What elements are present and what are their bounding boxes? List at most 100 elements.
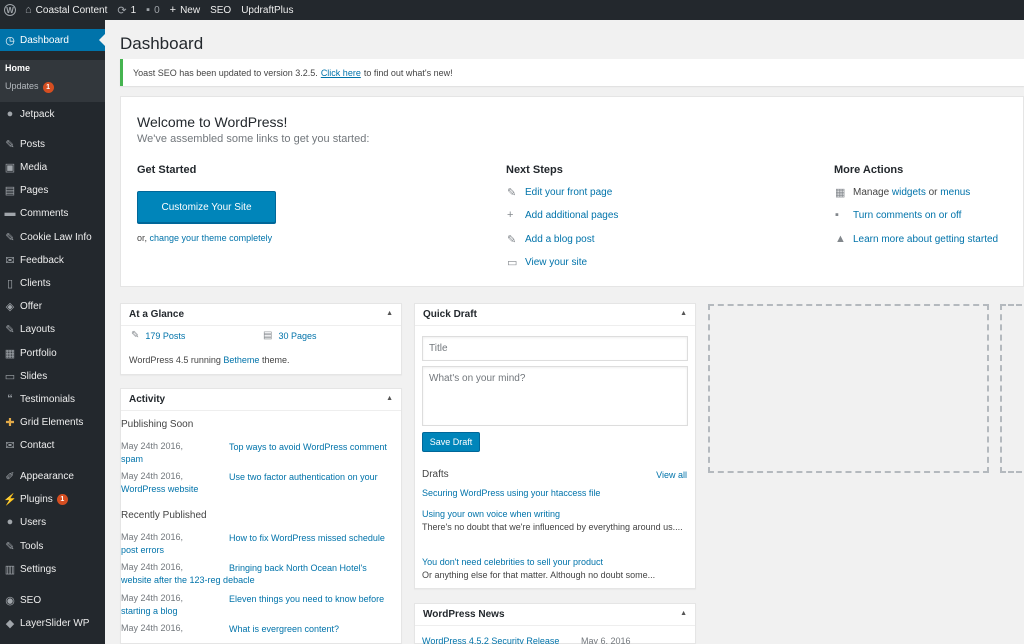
drafts-heading: Drafts (422, 469, 449, 480)
sidebar-item-layerslider[interactable]: ◆ LayerSlider WP (0, 612, 105, 634)
sidebar-item-offer[interactable]: ◈ Offer (0, 295, 105, 317)
empty-widget-dropzone[interactable] (1000, 304, 1024, 473)
at-a-glance-header[interactable]: At a Glance ▲ (121, 304, 401, 326)
seo-menu[interactable]: SEO (205, 0, 236, 20)
slides-icon: ▭ (4, 370, 16, 383)
change-theme-link[interactable]: change your theme completely (150, 233, 273, 243)
posts-count-link[interactable]: 179 Posts (145, 331, 185, 341)
submenu-home[interactable]: Home (5, 63, 30, 73)
admin-bar: W ⌂ Coastal Content ⟳ 1 ▪ 0 + New SEO Updraf… (0, 0, 1024, 20)
new-content-link[interactable]: + New (165, 0, 205, 20)
manage-widgets-item: ▦ Manage widgets or menus (835, 186, 970, 199)
dashboard-submenu: Home Updates 1 (0, 60, 105, 102)
edit-front-page-link[interactable]: Edit your front page (525, 187, 612, 198)
offer-icon: ◈ (5, 300, 15, 313)
sidebar-item-slides[interactable]: ▭ Slides (0, 365, 105, 387)
sidebar-item-label: Users (20, 516, 47, 528)
submenu-updates[interactable]: Updates 1 (5, 81, 54, 93)
widgets-link[interactable]: widgets (892, 187, 926, 198)
sidebar-item-feedback[interactable]: ✉ Feedback (0, 249, 105, 271)
wordpress-news-header[interactable]: WordPress News ▲ (415, 604, 695, 626)
sidebar-item-plugins[interactable]: ⚡ Plugins 1 (0, 488, 105, 510)
updraftplus-menu[interactable]: UpdraftPlus (236, 0, 298, 20)
welcome-about: We've assembled some links to get you st… (137, 133, 370, 145)
sidebar-item-label: Portfolio (20, 347, 57, 359)
pages-count-link[interactable]: 30 Pages (278, 331, 316, 341)
news-item-link[interactable]: WordPress 4.5.2 Security Release (422, 636, 559, 644)
updates-badge: 1 (42, 82, 54, 93)
collapse-arrow-icon[interactable]: ▲ (680, 610, 687, 617)
get-started-heading: Get Started (137, 164, 197, 176)
sidebar-item-clients[interactable]: ▯ Clients (0, 272, 105, 294)
turn-comments-link[interactable]: Turn comments on or off (853, 210, 961, 221)
sidebar-item-media[interactable]: ▣ Media (0, 156, 105, 178)
sidebar-item-appearance[interactable]: ✐ Appearance (0, 465, 105, 487)
sidebar-item-comments[interactable]: ▬ Comments (0, 202, 105, 224)
quick-draft-box: Quick Draft ▲ Title What's on your mind? … (414, 303, 696, 589)
comments-link[interactable]: ▪ 0 (141, 0, 164, 20)
collapse-arrow-icon[interactable]: ▲ (680, 310, 687, 317)
or-text: or, (137, 233, 148, 243)
theme-link[interactable]: Betheme (223, 355, 259, 365)
glance-pages: ▤ 30 Pages (263, 330, 316, 341)
learn-more-link[interactable]: Learn more about getting started (853, 234, 998, 245)
add-blog-post-item: ✎ Add a blog post (507, 233, 595, 246)
sidebar-item-posts[interactable]: ✎ Posts (0, 133, 105, 155)
collapse-arrow-icon[interactable]: ▲ (386, 310, 393, 317)
draft-content-textarea[interactable]: What's on your mind? (422, 366, 688, 426)
dashboard-icon: ◷ (5, 34, 15, 47)
sidebar-item-dashboard[interactable]: ◷ Dashboard (0, 29, 105, 51)
sidebar-item-label: Posts (20, 138, 46, 150)
feedback-icon: ✉ (5, 254, 15, 267)
activity-date: May 24th 2016, (121, 532, 184, 542)
seo-icon: ◉ (5, 594, 15, 607)
sidebar-item-users[interactable]: ● Users (0, 511, 105, 533)
add-blog-post-link[interactable]: Add a blog post (525, 234, 595, 245)
customize-site-button[interactable]: Customize Your Site (137, 191, 276, 223)
sidebar-item-tools[interactable]: ✎ Tools (0, 535, 105, 557)
draft-link[interactable]: Using your own voice when writing (422, 509, 560, 519)
sidebar-item-grid-elements[interactable]: ✚ Grid Elements (0, 411, 105, 433)
jetpack-icon: ● (6, 108, 14, 120)
draft-title-input[interactable]: Title (422, 336, 688, 361)
plus-icon: + (507, 209, 514, 221)
plugins-badge: 1 (56, 493, 68, 505)
draft-link[interactable]: Securing WordPress using your htaccess f… (422, 488, 600, 498)
glance-posts: ✎ 179 Posts (131, 330, 185, 341)
draft-link[interactable]: You don't need celebrities to sell your … (422, 557, 603, 567)
add-pages-link[interactable]: Add additional pages (525, 210, 618, 221)
sidebar-item-settings[interactable]: ▥ Settings (0, 558, 105, 580)
notice-link[interactable]: Click here (321, 68, 361, 78)
menus-link[interactable]: menus (940, 187, 970, 198)
sidebar-item-contact[interactable]: ✉ Contact (0, 434, 105, 456)
sidebar-item-label: Testimonials (20, 393, 76, 405)
graduation-cap-icon: ▲ (835, 233, 846, 245)
view-site-link[interactable]: View your site (525, 257, 587, 268)
save-draft-button[interactable]: Save Draft (422, 432, 480, 452)
comments-count: 0 (154, 4, 160, 16)
collapse-arrow-icon[interactable]: ▲ (386, 395, 393, 402)
sidebar-item-pages[interactable]: ▤ Pages (0, 179, 105, 201)
sidebar-item-label: Contact (20, 439, 55, 451)
quick-draft-header[interactable]: Quick Draft ▲ (415, 304, 695, 326)
sidebar-item-label: SEO (20, 594, 42, 606)
sidebar-item-testimonials[interactable]: “ Testimonials (0, 388, 105, 410)
site-name-link[interactable]: ⌂ Coastal Content (20, 0, 112, 20)
updates-link[interactable]: ⟳ 1 (112, 0, 141, 20)
sidebar-item-seo[interactable]: ◉ SEO (0, 589, 105, 611)
activity-header[interactable]: Activity ▲ (121, 389, 401, 411)
sidebar-item-cookie-law-info[interactable]: ✎ Cookie Law Info (0, 226, 105, 248)
sidebar-item-jetpack[interactable]: ● Jetpack (0, 103, 105, 125)
welcome-title: Welcome to WordPress! (137, 114, 288, 130)
wordpress-logo-icon[interactable]: W (0, 0, 20, 20)
empty-widget-dropzone[interactable] (708, 304, 989, 473)
activity-date: May 24th 2016, (121, 471, 184, 481)
sidebar-item-portfolio[interactable]: ▦ Portfolio (0, 342, 105, 364)
view-all-drafts-link[interactable]: View all (656, 470, 687, 480)
users-icon: ● (6, 516, 14, 528)
plus-icon: + (169, 4, 177, 16)
sidebar-item-layouts[interactable]: ✎ Layouts (0, 318, 105, 340)
sidebar-item-label: Tools (20, 540, 44, 552)
activity-post-title-line1: Eleven things you need to know before (229, 594, 385, 604)
media-icon: ▣ (4, 161, 16, 174)
